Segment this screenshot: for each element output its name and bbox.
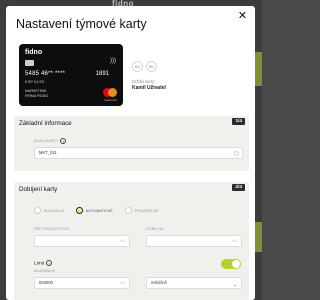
contactless-icon: ))) [110, 58, 116, 64]
close-icon[interactable]: ✕ [237, 11, 248, 22]
alias-input[interactable]: MKT_011 [34, 147, 243, 159]
limit-max-label: MAXIMÁLNÍ [34, 269, 55, 273]
step-badge: 2/4 [232, 184, 245, 191]
payment-card: fidno ))) 5485 46** **** 1891 EXP 01/23 … [19, 44, 123, 106]
currency-suffix: Kč [120, 280, 125, 285]
radio-manual[interactable]: MANUÁLNÍ [34, 207, 64, 214]
alias-input-value: MKT_011 [39, 150, 57, 155]
radio-label: MANUÁLNÍ [44, 208, 64, 213]
card-chip-icon [25, 60, 34, 66]
info-icon[interactable]: i [60, 138, 67, 144]
step-badge: 1/4 [232, 118, 245, 125]
topup-mode-group: MANUÁLNÍ AUTOMATICKÉ PRAVIDELNÉ [34, 207, 158, 214]
holder-avatars: KU KU [132, 61, 157, 72]
team-card-settings-modal: ✕ Nastavení týmové karty fidno ))) 5485 … [6, 6, 255, 300]
holder-label: Držitel karty: [132, 79, 156, 84]
limit-label-text: Limit [34, 261, 45, 267]
chevron-down-icon: ⌄ [233, 282, 237, 287]
card-brand: fidno [25, 49, 43, 56]
threshold-input[interactable]: Kč [34, 235, 130, 247]
limit-toggle[interactable] [221, 259, 241, 269]
card-expiry: EXP 01/23 [25, 79, 45, 84]
topup-amount-label: DOBÍJ NA [146, 227, 164, 231]
radio-automatic[interactable]: AUTOMATICKÉ [75, 207, 113, 214]
card-network-label: mastercard [104, 99, 117, 102]
topup-amount-input[interactable]: Kč [146, 235, 242, 247]
threshold-label: PŘI POKLESU POD: [34, 227, 70, 231]
avatar[interactable]: KU [132, 61, 143, 72]
period-select[interactable]: měsíčně ⌄ [146, 277, 242, 289]
card-number: 5485 46** **** [25, 71, 66, 77]
basic-info-section: Základní informace 1/4 ALIAS KARTY i MKT_… [14, 116, 249, 171]
limit-input-value: 833000 [39, 280, 53, 285]
alias-label: ALIAS KARTY i [34, 138, 67, 144]
currency-suffix: Kč [120, 238, 125, 243]
avatar[interactable]: KU [146, 61, 157, 72]
radio-regular[interactable]: PRAVIDELNÉ [124, 207, 159, 214]
radio-dot[interactable] [34, 207, 41, 214]
card-line-2: FIRMA FIDDO [25, 94, 49, 98]
modal-title: Nastavení týmové karty [16, 17, 147, 31]
section-title: Dobíjení karty [19, 186, 58, 193]
topup-section: Dobíjení karty 2/4 MANUÁLNÍ AUTOMATICKÉ … [14, 182, 249, 300]
card-line-1: MARKETING [25, 89, 47, 93]
period-select-value: měsíčně [151, 280, 167, 285]
limit-label: Limit i [34, 260, 53, 267]
section-title: Základní informace [19, 120, 72, 127]
holder-name: Kamil Uživatel [132, 85, 166, 91]
currency-suffix: Kč [232, 238, 237, 243]
radio-dot[interactable] [75, 207, 83, 214]
clear-icon[interactable] [234, 151, 239, 156]
info-icon[interactable]: i [46, 260, 53, 266]
card-last-digits: 1891 [95, 71, 109, 77]
radio-label: PRAVIDELNÉ [134, 208, 159, 213]
alias-label-text: ALIAS KARTY [34, 139, 59, 143]
limit-input[interactable]: 833000 Kč [34, 277, 130, 289]
mastercard-logo-icon [103, 88, 117, 98]
radio-dot[interactable] [124, 207, 132, 214]
radio-label: AUTOMATICKÉ [85, 208, 113, 213]
